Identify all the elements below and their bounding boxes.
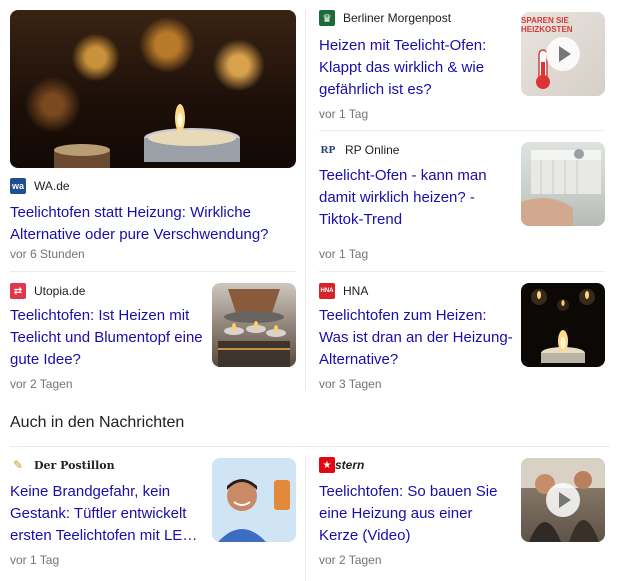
source-name: Berliner Morgenpost — [343, 11, 452, 25]
wa-logo-icon: wa — [10, 178, 26, 194]
story-source: wa WA.de — [10, 178, 70, 194]
source-name: Utopia.de — [34, 284, 86, 298]
stern-logo-icon: ★ — [319, 457, 335, 473]
story-headline[interactable]: Teelichtofen statt Heizung: Wirkliche Al… — [10, 202, 296, 246]
news-card-wa[interactable]: wa WA.de Teelichtofen statt Heizung: Wir… — [10, 10, 296, 262]
postillon-horn-icon: ✎ — [12, 458, 24, 472]
story-source: ★ stern — [319, 457, 364, 473]
news-card-der-postillon[interactable]: ✎ Der Postillon Keine Brandgefahr, kein … — [10, 457, 296, 577]
story-source: ✎ Der Postillon — [10, 457, 115, 473]
play-video-icon — [546, 483, 580, 517]
divider — [10, 271, 296, 272]
radiator-hand-illustration — [521, 149, 601, 226]
story-time: vor 6 Stunden — [10, 247, 85, 261]
news-card-utopia[interactable]: ⇄ Utopia.de Teelichtofen: Ist Heizen mit… — [10, 283, 296, 393]
story-thumbnail[interactable] — [212, 458, 296, 542]
story-source: ♛ Berliner Morgenpost — [319, 10, 451, 26]
story-headline[interactable]: Keine Brandgefahr, kein Gestank: Tüftler… — [10, 481, 204, 547]
source-name: RP Online — [345, 143, 400, 157]
news-card-berliner-morgenpost[interactable]: ♛ Berliner Morgenpost Heizen mit Teelich… — [319, 10, 609, 128]
candle-illustration — [54, 104, 240, 168]
story-headline[interactable]: Teelichtofen zum Heizen: Was ist dran an… — [319, 305, 515, 371]
story-time: vor 1 Tag — [10, 553, 60, 567]
divider — [319, 130, 605, 131]
story-time: vor 3 Tagen — [319, 377, 382, 391]
news-card-hna[interactable]: HNA HNA Teelichtofen zum Heizen: Was ist… — [319, 283, 609, 393]
column-divider — [305, 10, 306, 390]
story-thumbnail[interactable] — [521, 142, 605, 226]
story-headline[interactable]: Teelichtofen: Ist Heizen mit Teelicht un… — [10, 305, 204, 371]
column-divider — [305, 456, 306, 581]
source-name: WA.de — [34, 179, 70, 193]
crown-logo-icon: ♛ — [319, 10, 335, 26]
story-time: vor 1 Tag — [319, 107, 369, 121]
rp-logo-icon: RP — [320, 144, 336, 156]
story-thumbnail[interactable] — [521, 458, 605, 542]
utopia-logo-icon: ⇄ — [10, 283, 26, 299]
tealights-dark-illustration — [531, 289, 595, 363]
story-time: vor 2 Tagen — [319, 553, 382, 567]
story-time: vor 2 Tagen — [10, 377, 73, 391]
story-headline[interactable]: Heizen mit Teelicht-Ofen: Klappt das wir… — [319, 35, 509, 101]
story-thumbnail[interactable] — [212, 283, 296, 367]
news-card-rp-online[interactable]: RP RP Online Teelicht-Ofen - kann man da… — [319, 142, 609, 262]
source-name: HNA — [343, 284, 369, 298]
story-time: vor 1 Tag — [319, 247, 369, 261]
flowerpot-candles-illustration — [218, 289, 290, 367]
hero-thumbnail[interactable] — [10, 10, 296, 168]
story-headline[interactable]: Teelichtofen: So bauen Sie eine Heizung … — [319, 481, 509, 547]
story-source: HNA HNA — [319, 283, 368, 299]
source-name: stern — [335, 458, 365, 472]
hna-logo-icon: HNA — [319, 283, 335, 299]
story-headline[interactable]: Teelicht-Ofen - kann man damit wirklich … — [319, 165, 509, 231]
story-thumbnail[interactable] — [521, 283, 605, 367]
divider — [319, 271, 605, 272]
source-name: Der Postillon — [34, 458, 115, 472]
play-video-icon — [546, 37, 580, 71]
story-source: RP RP Online — [319, 142, 400, 158]
section-title: Auch in den Nachrichten — [10, 414, 185, 431]
man-portrait-illustration — [218, 479, 290, 542]
story-thumbnail[interactable]: SPAREN SIE HEIZKOSTEN — [521, 12, 605, 96]
story-source: ⇄ Utopia.de — [10, 283, 85, 299]
divider — [10, 446, 610, 447]
news-card-stern[interactable]: ★ stern Teelichtofen: So bauen Sie eine … — [319, 457, 609, 577]
